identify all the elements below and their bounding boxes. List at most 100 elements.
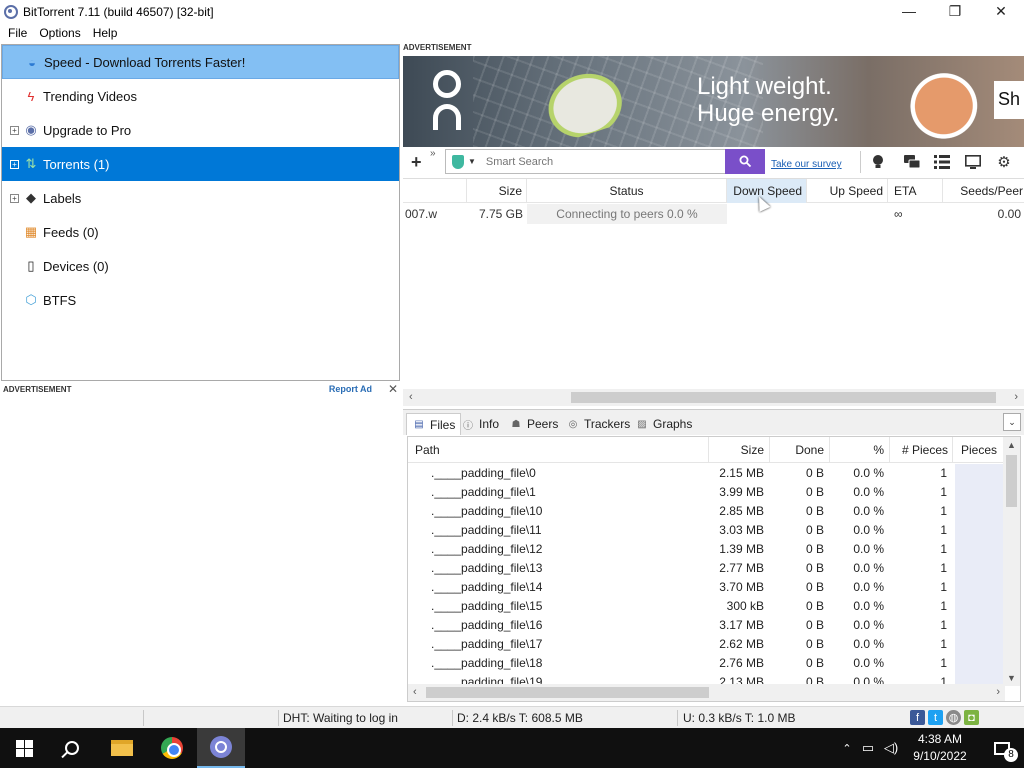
pieces-bar: [955, 597, 1003, 616]
menu-help[interactable]: Help: [87, 26, 124, 40]
column-percent[interactable]: %: [830, 437, 890, 463]
scroll-left-icon[interactable]: ‹: [413, 684, 417, 701]
tab-peers[interactable]: ☗ Peers: [509, 413, 559, 435]
torrents-icon: ⇅: [25, 156, 37, 171]
file-row[interactable]: .____padding_file\18 2.76 MB 0 B 0.0 % 1: [408, 654, 1008, 673]
column-pieces[interactable]: Pieces: [953, 437, 1005, 463]
scroll-up-icon[interactable]: ▲: [1007, 440, 1016, 450]
sidebar-item-trending[interactable]: ϟ Trending Videos: [2, 79, 399, 113]
column-eta[interactable]: ETA: [888, 179, 943, 203]
horizontal-scrollbar[interactable]: ‹ ›: [408, 684, 1005, 701]
sidebar-item-btfs[interactable]: ⬡ BTFS: [2, 283, 399, 317]
menu-options[interactable]: Options: [33, 26, 86, 40]
tab-graphs[interactable]: ▨ Graphs: [635, 413, 692, 435]
file-row[interactable]: .____padding_file\15 300 kB 0 B 0.0 % 1: [408, 597, 1008, 616]
file-row[interactable]: .____padding_file\10 2.85 MB 0 B 0.0 % 1: [408, 502, 1008, 521]
facebook-icon[interactable]: f: [910, 710, 925, 725]
file-size: 3.70 MB: [719, 580, 764, 594]
gear-icon[interactable]: ⚙: [995, 153, 1013, 171]
sidebar-item-torrents[interactable]: + ⇅ Torrents (1): [2, 147, 399, 181]
tab-info[interactable]: ⓘ Info: [461, 413, 499, 435]
column-name[interactable]: [403, 179, 467, 203]
vertical-scrollbar[interactable]: ▲ ▼: [1003, 437, 1020, 686]
file-percent: 0.0 %: [853, 485, 884, 499]
taskbar-bittorrent[interactable]: [197, 728, 245, 768]
taskbar-clock[interactable]: 4:38 AM 9/10/2022: [900, 731, 980, 765]
horizontal-scrollbar[interactable]: ‹ ›: [403, 389, 1024, 406]
scroll-down-icon[interactable]: ▼: [1007, 673, 1016, 683]
start-button[interactable]: [0, 728, 48, 768]
taskbar-file-explorer[interactable]: [98, 728, 146, 768]
sidebar-item-label: BTFS: [43, 292, 77, 308]
column-num-pieces[interactable]: # Pieces: [890, 437, 953, 463]
chrome-icon: [161, 737, 183, 759]
toolbar-overflow-icon[interactable]: »: [430, 148, 436, 159]
tab-trackers[interactable]: ◎ Trackers: [566, 413, 631, 435]
taskbar-search-button[interactable]: [48, 728, 96, 768]
list-icon[interactable]: [933, 153, 951, 171]
network-icon[interactable]: ▭: [856, 740, 880, 756]
collapse-panel-button[interactable]: ⌄: [1003, 413, 1021, 431]
file-done: 0 B: [805, 656, 824, 670]
file-row[interactable]: .____padding_file\16 3.17 MB 0 B 0.0 % 1: [408, 616, 1008, 635]
sidebar-item-speed[interactable]: ◒ Speed - Download Torrents Faster!: [2, 45, 399, 79]
twitter-icon[interactable]: t: [928, 710, 943, 725]
column-up-speed[interactable]: Up Speed: [807, 179, 888, 203]
android-icon[interactable]: ◘: [964, 710, 979, 725]
scroll-right-icon[interactable]: ›: [1014, 389, 1018, 406]
file-row[interactable]: .____padding_file\0 2.15 MB 0 B 0.0 % 1: [408, 464, 1008, 483]
close-button[interactable]: ✕: [978, 0, 1024, 22]
chevron-up-icon[interactable]: ⌃: [838, 742, 856, 755]
status-divider: [143, 710, 144, 726]
scrollbar-thumb[interactable]: [571, 392, 996, 403]
globe-icon[interactable]: ◍: [946, 710, 961, 725]
file-row[interactable]: .____padding_file\12 1.39 MB 0 B 0.0 % 1: [408, 540, 1008, 559]
scrollbar-thumb[interactable]: [1006, 455, 1017, 507]
scroll-left-icon[interactable]: ‹: [409, 389, 413, 406]
sidebar-item-labels[interactable]: + ◆ Labels: [2, 181, 399, 215]
tab-files[interactable]: ▤ Files: [406, 413, 462, 435]
maximize-button[interactable]: ❐: [932, 0, 978, 22]
sidebar-item-upgrade[interactable]: + ◉ Upgrade to Pro: [2, 113, 399, 147]
banner-ad[interactable]: Light weight. Huge energy. Sh: [403, 56, 1024, 147]
file-percent: 0.0 %: [853, 580, 884, 594]
sidebar-item-feeds[interactable]: ▦ Feeds (0): [2, 215, 399, 249]
sidebar-item-devices[interactable]: ▯ Devices (0): [2, 249, 399, 283]
menu-file[interactable]: File: [2, 26, 33, 40]
taskbar-chrome[interactable]: [148, 728, 196, 768]
search-button[interactable]: [725, 149, 765, 174]
file-row[interactable]: .____padding_file\11 3.03 MB 0 B 0.0 % 1: [408, 521, 1008, 540]
file-done: 0 B: [805, 485, 824, 499]
close-ad-icon[interactable]: ✕: [388, 382, 398, 396]
column-status[interactable]: Status: [527, 179, 727, 203]
add-torrent-icon[interactable]: +: [411, 153, 422, 171]
action-center-button[interactable]: 8: [982, 728, 1022, 768]
lightning-icon: ϟ: [27, 88, 35, 104]
file-size: 2.77 MB: [719, 561, 764, 575]
search-input[interactable]: [485, 155, 706, 168]
volume-icon[interactable]: ◁): [880, 740, 902, 756]
expand-icon[interactable]: +: [10, 193, 19, 203]
column-size[interactable]: Size: [467, 179, 527, 203]
monitor-icon[interactable]: [964, 153, 982, 171]
minimize-button[interactable]: —: [886, 0, 932, 22]
banner-cta-button[interactable]: Sh: [994, 81, 1024, 119]
lightbulb-icon[interactable]: [869, 153, 887, 171]
chevron-down-icon[interactable]: ▼: [468, 157, 476, 166]
table-row[interactable]: 007.w 7.75 GB Connecting to peers 0.0 % …: [403, 204, 1024, 224]
expand-icon[interactable]: +: [10, 125, 19, 135]
scroll-right-icon[interactable]: ›: [996, 684, 1000, 701]
report-ad-link[interactable]: Report Ad: [329, 384, 372, 394]
expand-icon[interactable]: +: [10, 159, 19, 169]
file-row[interactable]: .____padding_file\13 2.77 MB 0 B 0.0 % 1: [408, 559, 1008, 578]
column-seeds-peers[interactable]: Seeds/Peer: [943, 179, 1024, 203]
column-size[interactable]: Size: [709, 437, 770, 463]
survey-link[interactable]: Take our survey: [771, 159, 842, 170]
scrollbar-thumb[interactable]: [426, 687, 709, 698]
file-row[interactable]: .____padding_file\17 2.62 MB 0 B 0.0 % 1: [408, 635, 1008, 654]
column-path[interactable]: Path: [408, 437, 709, 463]
file-row[interactable]: .____padding_file\1 3.99 MB 0 B 0.0 % 1: [408, 483, 1008, 502]
file-row[interactable]: .____padding_file\14 3.70 MB 0 B 0.0 % 1: [408, 578, 1008, 597]
chat-icon[interactable]: [903, 153, 921, 171]
column-done[interactable]: Done: [770, 437, 830, 463]
